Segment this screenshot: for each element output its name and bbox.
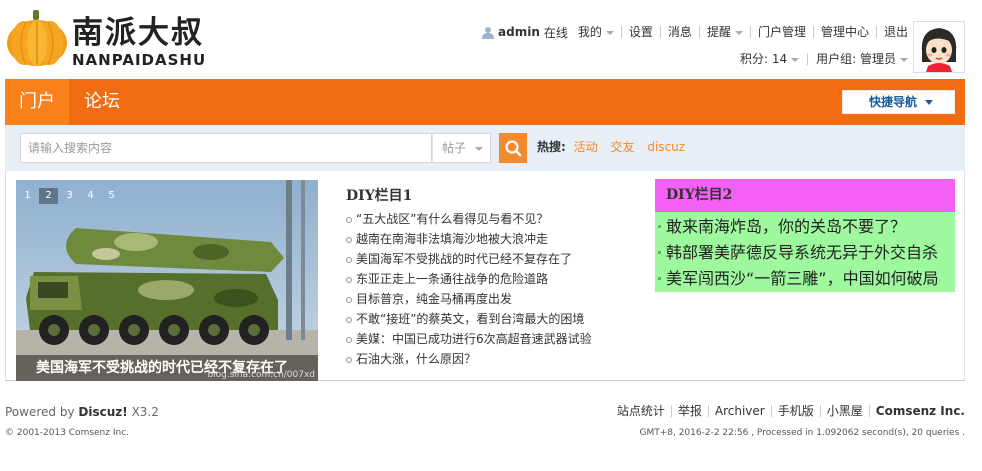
logo-title-cn: 南派大叔 (72, 15, 204, 51)
portal-content: 1 2 3 4 5 美国海军不受挑战的时代已经不复存在了 blog.sina.c… (5, 171, 965, 381)
diy-block-1: DIY栏目1 “五大战区”有什么看得见与看不见？ 越南在南海非法填海沙地被大浪冲… (346, 185, 646, 369)
slide-dot[interactable]: 5 (102, 188, 121, 204)
search-type-select[interactable]: 帖子 (432, 133, 491, 163)
user-icon (482, 26, 495, 39)
username-link[interactable]: admin (498, 25, 540, 39)
search-bar: 请输入搜索内容 帖子 热搜: 活动 交友 discuz (5, 125, 965, 171)
footer-link-report[interactable]: 举报 (670, 405, 708, 417)
user-toolbar: admin 在线 我的 设置 消息 提醒 门户管理 管理中心 退出 (482, 23, 908, 41)
list-item[interactable]: 越南在南海非法填海沙地被大浪冲走 (346, 229, 646, 249)
list-item[interactable]: “五大战区”有什么看得见与看不见？ (346, 209, 646, 229)
avatar-girl-icon (914, 22, 964, 72)
footer-link-mobile[interactable]: 手机版 (770, 405, 820, 417)
article-list: “五大战区”有什么看得见与看不见？ 越南在南海非法填海沙地被大浪冲走 美国海军不… (346, 209, 646, 369)
footer-link-comsenz[interactable]: Comsenz Inc. (868, 405, 965, 417)
logout-link[interactable]: 退出 (875, 26, 908, 38)
triangle-down-icon (925, 100, 934, 105)
list-item[interactable]: 美媒：中国已成功进行6次高超音速武器试验 (346, 329, 646, 349)
copyright: © 2001-2013 Comsenz Inc. (5, 428, 130, 438)
slide-dot-active[interactable]: 2 (39, 188, 58, 204)
admin-center-link[interactable]: 管理中心 (812, 26, 876, 38)
article-list: 敢来南海炸岛，你的关岛不要了？ 韩部署美萨德反导系统无异于外交自杀 美军闯西沙“… (655, 212, 955, 292)
discuz-link[interactable]: Discuz! (78, 405, 127, 419)
slide-dot[interactable]: 3 (60, 188, 79, 204)
list-item[interactable]: 韩部署美萨德反导系统无异于外交自杀 (655, 240, 955, 266)
footer-stats: GMT+8, 2016-2-2 22:56 , Processed in 1.0… (639, 428, 965, 438)
chevron-down-icon (791, 57, 800, 62)
list-item[interactable]: 不敢“接班”的蔡英文，看到台湾最大的困境 (346, 309, 646, 329)
hot-word-link[interactable]: 活动 (574, 140, 598, 154)
diy-block-1-title: DIY栏目1 (346, 188, 413, 204)
slide-dot[interactable]: 4 (81, 188, 100, 204)
list-item[interactable]: 目标普京，纯金马桶再度出发 (346, 289, 646, 309)
image-watermark: blog.sina.com.cn/007xd (207, 370, 315, 380)
usergroup-menu[interactable]: 用户组: 管理员 (807, 53, 908, 65)
settings-link[interactable]: 设置 (620, 26, 660, 38)
hot-searches: 热搜: 活动 交友 discuz (537, 138, 694, 155)
list-item[interactable]: 美军闯西沙“一箭三雕”，中国如何破局 (655, 266, 955, 292)
online-status: 在线 (543, 25, 568, 40)
missile-launcher-photo (16, 180, 318, 381)
my-menu[interactable]: 我的 (578, 26, 621, 38)
chevron-down-icon (605, 30, 614, 35)
reminders-menu[interactable]: 提醒 (698, 26, 750, 38)
portal-admin-link[interactable]: 门户管理 (749, 26, 813, 38)
footer-link-archiver[interactable]: Archiver (707, 405, 771, 417)
slide-pagination: 1 2 3 4 5 (18, 188, 123, 204)
nav-tab-forum[interactable]: 论坛 (69, 79, 135, 125)
messages-link[interactable]: 消息 (659, 26, 699, 38)
hot-search-label: 热搜: (537, 140, 566, 154)
quick-nav-label: 快捷导航 (869, 95, 918, 109)
chevron-down-icon (900, 57, 908, 62)
search-input[interactable]: 请输入搜索内容 (20, 133, 432, 163)
slide-dot[interactable]: 1 (18, 188, 37, 204)
logo-title-en: NANPAIDASHU (72, 51, 207, 69)
footer-link-stats[interactable]: 站点统计 (611, 405, 671, 417)
hot-word-link[interactable]: discuz (647, 140, 685, 154)
footer-links: 站点统计 举报 Archiver 手机版 小黑屋 Comsenz Inc. (611, 405, 965, 417)
discuz-version: X3.2 (131, 405, 159, 419)
diy-block-2-title: DIY栏目2 (655, 179, 955, 212)
footer-link-blacklist[interactable]: 小黑屋 (819, 405, 869, 417)
credits-menu[interactable]: 积分: 14 (732, 53, 807, 65)
powered-prefix: Powered by (5, 405, 75, 419)
search-button[interactable] (499, 133, 527, 163)
powered-by: Powered by Discuz! X3.2 (5, 405, 159, 419)
pumpkin-logo-icon (7, 10, 67, 66)
site-logo[interactable]: 南派大叔 NANPAIDASHU (6, 9, 207, 69)
avatar[interactable] (913, 21, 965, 73)
quick-nav-button[interactable]: 快捷导航 (842, 90, 955, 114)
hot-word-link[interactable]: 交友 (610, 140, 634, 154)
nav-tab-portal[interactable]: 门户 (5, 79, 69, 125)
user-stats: 积分: 14 用户组: 管理员 (732, 51, 908, 67)
list-item[interactable]: 敢来南海炸岛，你的关岛不要了？ (655, 214, 955, 240)
main-nav: 门户 论坛 快捷导航 (5, 79, 965, 125)
chevron-down-icon (734, 30, 743, 35)
list-item[interactable]: 石油大涨，什么原因？ (346, 349, 646, 369)
list-item[interactable]: 美国海军不受挑战的时代已经不复存在了 (346, 249, 646, 269)
search-icon (505, 140, 522, 157)
chevron-down-icon (475, 146, 484, 151)
list-item[interactable]: 东亚正走上一条通往战争的危险道路 (346, 269, 646, 289)
diy-block-2: DIY栏目2 敢来南海炸岛，你的关岛不要了？ 韩部署美萨德反导系统无异于外交自杀… (655, 179, 955, 292)
image-slideshow[interactable]: 1 2 3 4 5 美国海军不受挑战的时代已经不复存在了 blog.sina.c… (16, 180, 318, 381)
